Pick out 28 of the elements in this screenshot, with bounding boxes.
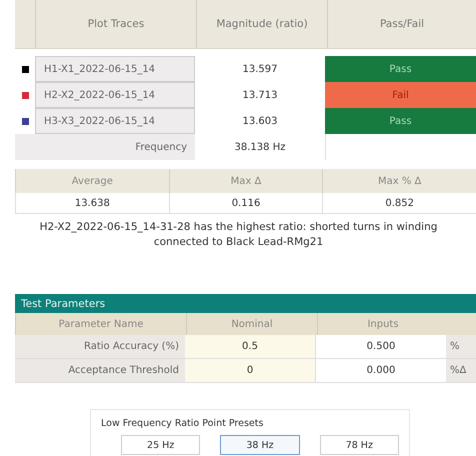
preset-button[interactable]: 38 Hz <box>220 435 300 455</box>
nominal-value: 0.5 <box>185 335 315 358</box>
result-cell: Pass <box>325 108 476 134</box>
nominal-value: 0 <box>185 359 315 382</box>
preset-button[interactable]: 25 Hz <box>121 435 200 455</box>
stat-value: 0.116 <box>168 193 322 213</box>
column-header: Magnitude (ratio) <box>196 0 327 48</box>
trace-name: H1-X1_2022-06-15_14 <box>35 56 195 82</box>
stat-value: 0.852 <box>322 193 476 213</box>
stat-value: 13.638 <box>15 193 169 213</box>
unit-label: %Δ <box>446 359 476 382</box>
result-cell: Pass <box>325 56 476 82</box>
column-header: Max % Δ <box>322 169 476 193</box>
column-header: Pass/Fail <box>327 0 476 48</box>
section-header: Test Parameters <box>15 294 476 313</box>
preset-button[interactable]: 78 Hz <box>320 435 399 455</box>
column-header: Average <box>15 169 169 193</box>
column-header: Plot Traces <box>35 0 196 48</box>
group-title: Low Frequency Ratio Point Presets <box>101 418 264 429</box>
parameter-name: Acceptance Threshold <box>15 359 185 382</box>
result-cell: Fail <box>325 82 476 108</box>
unit-label: % <box>446 335 476 358</box>
parameter-name: Ratio Accuracy (%) <box>15 335 185 358</box>
trace-name: H3-X3_2022-06-15_14 <box>35 108 195 134</box>
column-header: Max Δ <box>168 169 322 193</box>
result-message: H2-X2_2022-06-15_14-31-28 has the highest ratio: shorted turns in winding connected to Black Lead-RMg21 <box>38 220 438 250</box>
frequency-label: Frequency <box>15 134 195 160</box>
trace-name: H2-X2_2022-06-15_14 <box>35 82 195 108</box>
